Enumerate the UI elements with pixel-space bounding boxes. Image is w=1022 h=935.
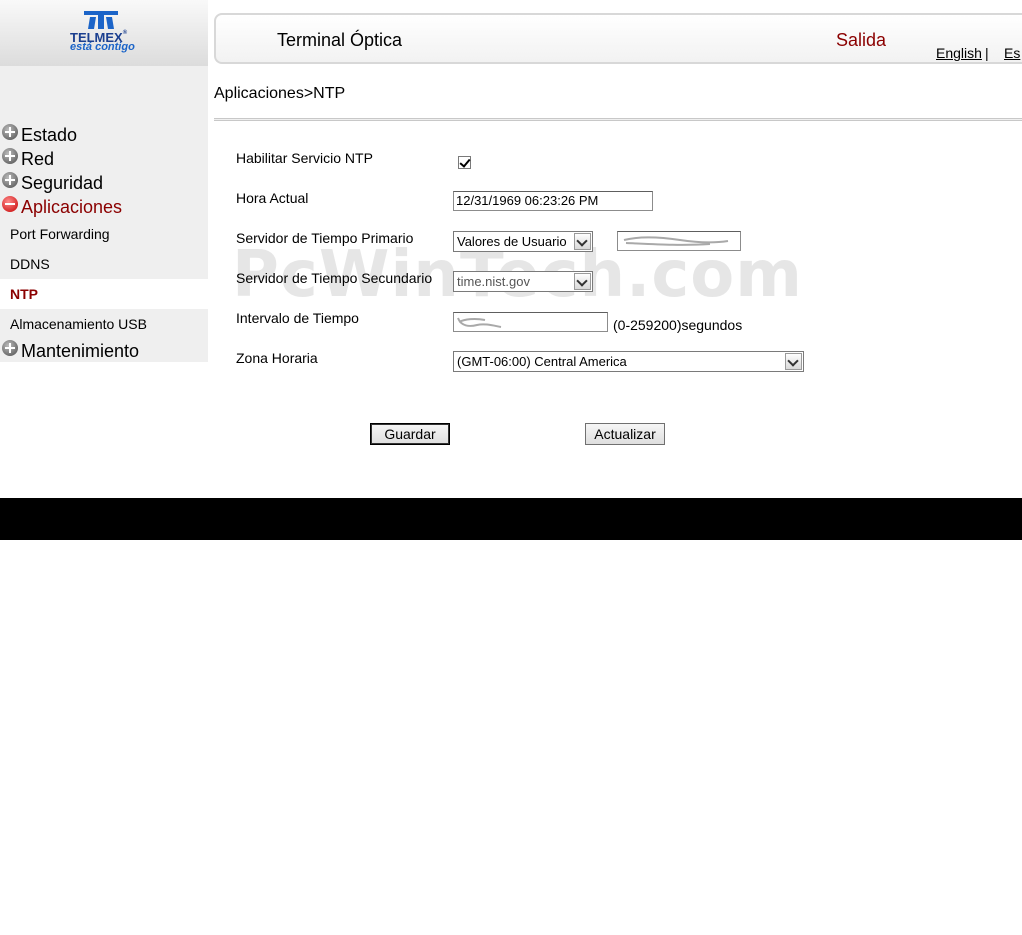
interval-label: Intervalo de Tiempo [236,310,359,326]
refresh-button[interactable]: Actualizar [585,423,665,445]
expand-plus-icon [2,172,18,188]
enable-ntp-label: Habilitar Servicio NTP [236,150,373,166]
sidebar-item-label: Red [21,149,55,169]
sidebar-item-estado[interactable]: Estado [0,124,77,146]
chevron-down-icon [785,353,802,370]
expand-plus-icon [2,148,18,164]
sidebar: Estado Red Seguridad Aplicaciones Port F… [0,66,208,362]
redacted-scribble [623,236,729,246]
logo-tagline: está contigo [70,41,135,53]
sidebar-item-label: Aplicaciones [21,197,123,217]
sidebar-item-label: Seguridad [21,173,104,193]
sidebar-item-aplicaciones[interactable]: Aplicaciones [0,196,122,218]
sidebar-subitem-ntp[interactable]: NTP [0,279,208,309]
page-title: Terminal Óptica [277,30,403,50]
save-button[interactable]: Guardar [370,423,450,445]
expand-plus-icon [2,124,18,140]
timezone-label: Zona Horaria [236,350,318,366]
enable-ntp-checkbox[interactable] [458,156,471,169]
current-time-field[interactable]: 12/31/1969 06:23:26 PM [453,191,653,211]
chevron-down-icon [574,233,591,250]
redacted-scribble [457,317,502,328]
primary-server-value: Valores de Usuario [457,234,567,249]
telmex-logo-icon [84,11,118,29]
footer-bar [0,498,1022,540]
lang-spanish-link[interactable]: Es [1004,45,1020,61]
interval-field[interactable] [453,312,608,332]
lang-english-link[interactable]: English [936,45,982,61]
secondary-server-value: time.nist.gov [457,274,530,289]
interval-hint: (0-259200)segundos [613,317,743,333]
logo-area: TELMEX® está contigo [0,0,208,66]
secondary-server-select[interactable]: time.nist.gov [453,271,593,292]
sidebar-subitem-almacenamiento-usb[interactable]: Almacenamiento USB [0,309,208,339]
header-bar: Terminal Óptica Salida English | Es [214,13,1022,64]
primary-server-select[interactable]: Valores de Usuario [453,231,593,252]
secondary-server-label: Servidor de Tiempo Secundario [236,270,433,286]
expand-plus-icon [2,340,18,356]
sidebar-item-mantenimiento[interactable]: Mantenimiento [0,340,139,362]
sidebar-subitem-port-forwarding[interactable]: Port Forwarding [0,219,208,249]
lang-separator: | [985,45,989,61]
primary-server-field[interactable] [617,231,741,251]
sidebar-item-label: Estado [21,125,78,145]
collapse-minus-icon [2,196,18,212]
logout-link[interactable]: Salida [836,30,886,51]
primary-server-label: Servidor de Tiempo Primario [236,230,414,246]
breadcrumb: Aplicaciones>NTP [214,85,346,102]
timezone-value: (GMT-06:00) Central America [457,354,627,369]
sidebar-item-label: Mantenimiento [21,341,140,361]
chevron-down-icon [574,273,591,290]
sidebar-item-seguridad[interactable]: Seguridad [0,172,103,194]
divider [214,118,1022,121]
sidebar-subitem-ddns[interactable]: DDNS [0,249,208,279]
current-time-label: Hora Actual [236,190,309,206]
sidebar-item-red[interactable]: Red [0,148,54,170]
timezone-select[interactable]: (GMT-06:00) Central America [453,351,804,372]
